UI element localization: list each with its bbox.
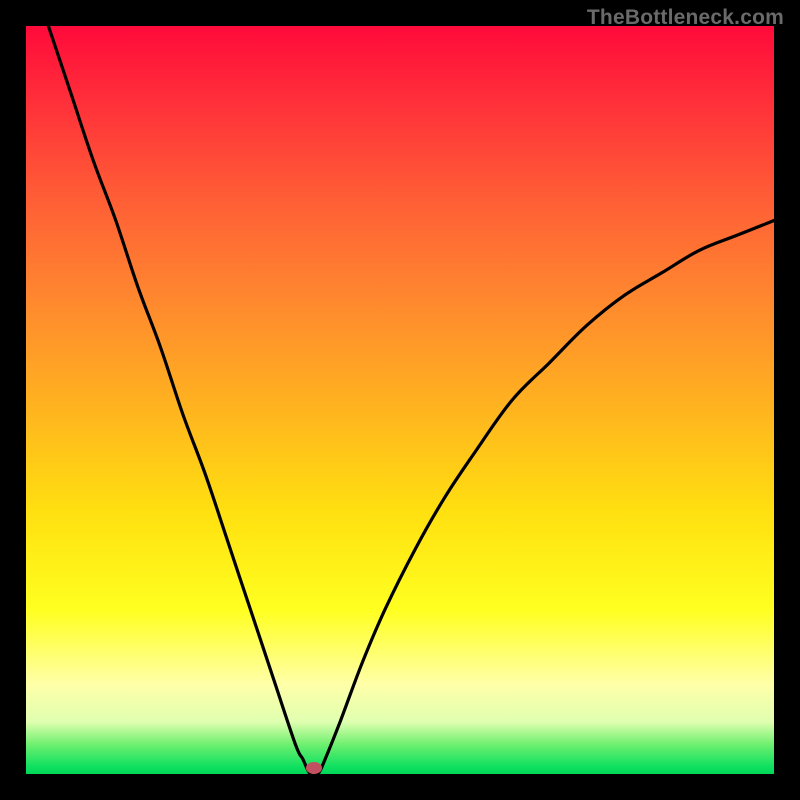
curve-svg <box>26 26 774 774</box>
optimum-marker <box>306 762 322 774</box>
watermark-text: TheBottleneck.com <box>587 6 784 30</box>
plot-area <box>26 26 774 774</box>
chart-frame: TheBottleneck.com <box>0 0 800 800</box>
bottleneck-curve <box>48 26 774 774</box>
